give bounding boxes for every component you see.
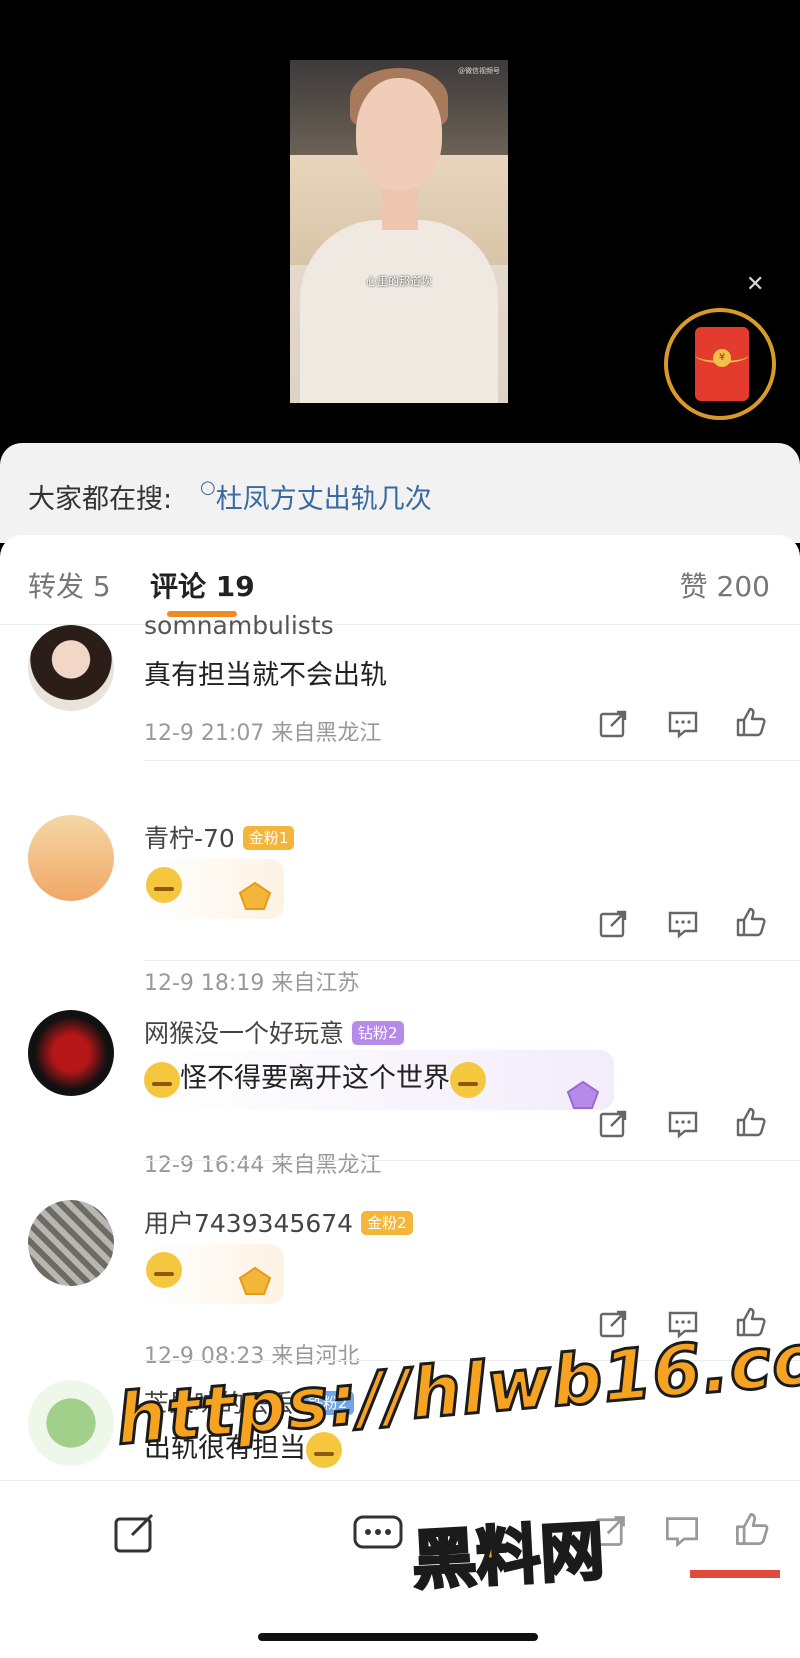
video-caption: 心里的那道坎 (366, 275, 432, 288)
tab-reposts[interactable]: 转发 5 (28, 565, 111, 605)
comment-meta: 12-9 21:07 来自黑龙江 (144, 721, 382, 746)
tab-likes[interactable]: 赞 200 (680, 565, 770, 605)
share-icon[interactable] (597, 1108, 629, 1140)
search-suggestion-link[interactable]: ○杜凤方丈出轨几次 (200, 477, 432, 516)
watermark-site-name: 黑料网 (409, 1514, 608, 1601)
red-packet-button[interactable]: ¥ (664, 308, 776, 420)
share-icon[interactable] (597, 908, 629, 940)
reply-icon[interactable] (667, 908, 699, 940)
purple-gem-icon (566, 1080, 600, 1109)
red-accent-bar (690, 1570, 780, 1578)
share-icon[interactable] (597, 708, 629, 740)
comment-meta: 12-9 16:44 来自黑龙江 (144, 1153, 382, 1178)
comment-text: 真有担当就不会出轨 (144, 660, 387, 691)
comment-text: 怪不得要离开这个世界 (144, 1056, 486, 1098)
search-icon: ○ (200, 477, 216, 498)
avatar[interactable] (28, 1380, 114, 1466)
comment-username[interactable]: 青柠-70 金粉1 (144, 819, 295, 855)
tab-comments[interactable]: 评论 19 (150, 565, 255, 605)
search-suggestion-bar: 大家都在搜: ○杜凤方丈出轨几次 (0, 443, 800, 543)
fan-badge: 金粉1 (242, 826, 295, 850)
like-icon[interactable] (735, 906, 767, 938)
fan-badge: 金粉2 (361, 1211, 413, 1235)
avatar[interactable] (28, 625, 114, 711)
emoji-icon (146, 1252, 182, 1288)
emoji-icon (144, 1061, 180, 1098)
red-envelope-icon: ¥ (695, 327, 749, 401)
reply-icon[interactable] (667, 708, 699, 740)
search-suggestion-label: 大家都在搜: (28, 484, 173, 515)
video-player[interactable]: 心里的那道坎 @微信视频号 (290, 60, 508, 403)
gold-gem-icon (238, 1266, 272, 1295)
comment-username[interactable]: somnambulists (144, 611, 334, 640)
comment-bubble-icon[interactable] (352, 1511, 404, 1557)
avatar[interactable] (28, 1010, 114, 1096)
comment-username[interactable]: 网猴没一个好玩意 钻粉2 (144, 1014, 404, 1050)
fan-badge: 钻粉2 (352, 1021, 404, 1045)
emoji-icon (450, 1061, 486, 1098)
like-icon[interactable] (734, 1511, 770, 1547)
home-indicator[interactable] (258, 1633, 538, 1641)
comment-meta: 12-9 18:19 来自江苏 (144, 971, 360, 996)
tab-bar: 转发 5 评论 19 赞 200 (0, 535, 800, 625)
reply-icon[interactable] (664, 1513, 700, 1549)
bottom-action-bar (0, 1480, 800, 1658)
video-watermark: @微信视频号 (458, 67, 500, 75)
reply-icon[interactable] (667, 1108, 699, 1140)
compose-icon[interactable] (112, 1511, 158, 1557)
comment-username[interactable]: 用户7439345674 金粉2 (144, 1204, 413, 1240)
avatar[interactable] (28, 1200, 114, 1286)
like-icon[interactable] (735, 706, 767, 738)
close-icon[interactable]: ✕ (746, 274, 764, 296)
gold-gem-icon (238, 881, 272, 910)
avatar[interactable] (28, 815, 114, 901)
like-icon[interactable] (735, 1106, 767, 1138)
emoji-icon (146, 867, 182, 903)
